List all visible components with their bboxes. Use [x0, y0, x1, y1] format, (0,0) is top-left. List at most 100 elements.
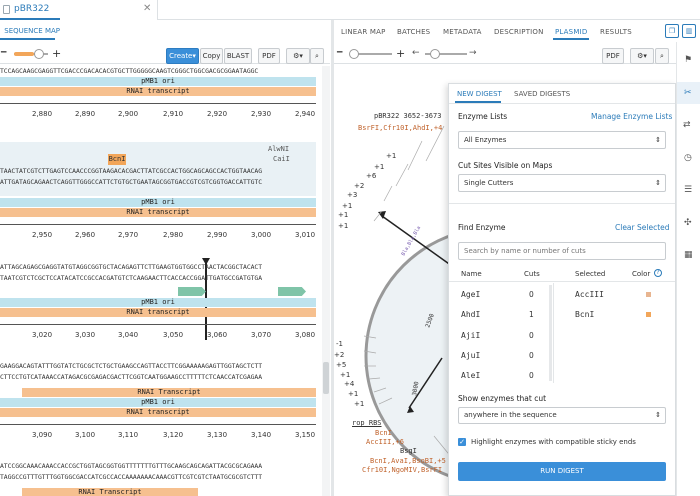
create-button[interactable]: Create▾: [166, 48, 199, 64]
tab-metadata[interactable]: METADATA: [443, 28, 482, 36]
enzyme-label-caii[interactable]: CaiI: [273, 155, 290, 163]
ruler-line: [0, 224, 316, 225]
enzyme-label-group[interactable]: Cfr10I,NgoMIV,BsrFI: [362, 466, 442, 474]
pdf-button[interactable]: PDF: [258, 48, 280, 64]
enzyme-row-name[interactable]: AhdI: [461, 310, 480, 319]
zoom-in-icon[interactable]: +: [52, 47, 61, 60]
enzyme-row-name[interactable]: AleI: [461, 371, 480, 380]
color-swatch[interactable]: [646, 312, 651, 317]
left-scrollbar[interactable]: [322, 66, 330, 496]
zoom-in-icon[interactable]: +: [396, 47, 405, 60]
feature-label-rop[interactable]: rop RBS: [352, 419, 382, 427]
settings-button[interactable]: ⚙▾: [286, 48, 310, 64]
bookmark-icon[interactable]: ⚑: [684, 55, 692, 65]
table-icon[interactable]: ▦: [684, 250, 693, 260]
tab-batches[interactable]: BATCHES: [397, 28, 430, 36]
clear-selected-link[interactable]: Clear Selected: [615, 223, 670, 232]
feature-rnai-transcript[interactable]: RNAI transcript: [0, 308, 316, 317]
column-header-name[interactable]: Name: [461, 270, 482, 278]
enzyme-label-acciii[interactable]: AccIII,+6: [366, 438, 404, 446]
zoom-slider-handle[interactable]: [349, 49, 359, 59]
feature-pmb1-ori[interactable]: pMB1 ori: [0, 298, 316, 307]
zoom-slider-handle[interactable]: [34, 49, 44, 59]
feature-rnai-transcript[interactable]: RNAI Transcript: [22, 388, 316, 397]
left-scrollbar-thumb[interactable]: [323, 362, 329, 394]
sequence-line[interactable]: TAACTATCGTCTTGAGTCCAACCCGGTAAGACACGACTTA…: [0, 167, 316, 175]
sequence-line[interactable]: GAAGGACAGTATTTGGTATCTGCGCTCTGCTGAAGCCAGT…: [0, 362, 316, 370]
sequence-line[interactable]: ATCCGGCAAACAAACCACCGCTGGTAGCGGTGGTTTTTTT…: [0, 462, 316, 470]
copy-button[interactable]: Copy: [200, 48, 223, 64]
history-icon[interactable]: ◷: [684, 153, 692, 163]
enzyme-row-name[interactable]: AgeI: [461, 290, 480, 299]
selected-enzyme[interactable]: BcnI: [575, 310, 594, 319]
feature-rnai-transcript[interactable]: RNAI transcript: [0, 208, 316, 217]
feature-rnai-transcript[interactable]: RNAI transcript: [0, 87, 316, 96]
columns-icon: ▥: [685, 27, 693, 35]
document-tab[interactable]: pBR322 ✕: [0, 0, 158, 20]
enzyme-label-bcni[interactable]: BcnI: [375, 429, 392, 437]
manage-enzyme-lists-link[interactable]: Manage Enzyme Lists: [591, 112, 672, 121]
enzyme-label-group[interactable]: BcnI,AvaI,BsoBI,+5: [370, 457, 446, 465]
cut-count-label: +1: [354, 400, 365, 408]
enzyme-row-name[interactable]: AjiI: [461, 331, 480, 340]
rotate-right-icon[interactable]: →: [469, 48, 477, 58]
feature-arrow[interactable]: [278, 287, 306, 296]
sequence-line[interactable]: ATTGATAGCAGAACTCAGGTTGGGCCATTCTGTGCTGAAT…: [0, 178, 316, 186]
scissors-icon[interactable]: ✂: [684, 88, 692, 98]
close-tab-icon[interactable]: ✕: [143, 3, 151, 14]
zoom-out-icon[interactable]: ━: [337, 48, 342, 58]
enzyme-list-select[interactable]: All Enzymes ⇕: [458, 131, 666, 149]
sequence-line[interactable]: CTTCCTGTCATAAACCATAGACGCGAGACGACTTCGGTCA…: [0, 373, 316, 381]
design-icon[interactable]: ✣: [684, 218, 692, 228]
tab-new-digest[interactable]: NEW DIGEST: [457, 90, 502, 98]
run-digest-button[interactable]: RUN DIGEST: [458, 462, 666, 481]
show-enzymes-select[interactable]: anywhere in the sequence ⇕: [458, 407, 666, 424]
tab-description[interactable]: DESCRIPTION: [494, 28, 544, 36]
enzyme-search-input[interactable]: [458, 242, 666, 260]
enzyme-row-name[interactable]: AjuI: [461, 351, 480, 360]
enzyme-row-cuts: 1: [529, 310, 534, 319]
column-header-cuts[interactable]: Cuts: [524, 270, 540, 278]
sequence-map-title[interactable]: SEQUENCE MAP: [0, 27, 60, 35]
tab-linear-map[interactable]: LINEAR MAP: [341, 28, 386, 36]
chevron-updown-icon: ⇕: [655, 179, 661, 187]
enzyme-label-bsgi[interactable]: BsgI: [400, 447, 417, 455]
sequence-line[interactable]: ATTAGCAGAGCGAGGTATGTAGGCGGTGCTACAGAGTTCT…: [0, 263, 316, 271]
sequence-line[interactable]: TAATCGTCTCGCTCCATACATCCGCCACGATGTCTCAAGA…: [0, 274, 316, 282]
settings-button[interactable]: ⚙▾: [630, 48, 654, 64]
enzyme-label-alwni[interactable]: AlwNI: [268, 145, 289, 153]
enzyme-list-scrollbar[interactable]: [549, 285, 552, 381]
transfer-icon[interactable]: ⇄: [683, 120, 691, 130]
feature-arrow[interactable]: [178, 287, 206, 296]
tab-plasmid[interactable]: PLASMID: [555, 28, 587, 36]
blast-button[interactable]: BLAST: [224, 48, 252, 64]
cut-count-label: +1: [338, 211, 349, 219]
selected-enzyme[interactable]: AccIII: [575, 290, 604, 299]
feature-pmb1-ori[interactable]: pMB1 ori: [0, 198, 316, 207]
duplicate-view-button[interactable]: ❐: [665, 24, 679, 38]
feature-rnai-transcript[interactable]: RNAI transcript: [0, 408, 316, 417]
highlight-checkbox[interactable]: ✓: [458, 438, 466, 446]
section-divider: [449, 203, 675, 204]
enzyme-label-bcni[interactable]: BcnI: [108, 154, 126, 165]
help-icon[interactable]: ?: [654, 269, 662, 277]
feature-pmb1-ori[interactable]: pMB1 ori: [0, 77, 316, 86]
feature-rnai-transcript[interactable]: RNAI Transcript: [22, 488, 198, 496]
tab-results[interactable]: RESULTS: [600, 28, 632, 36]
sequence-line[interactable]: TAGGCCGTTTGTTTGGTGGCGACCATCGCCACCAAAAAAA…: [0, 473, 316, 481]
document-icon: [3, 5, 10, 14]
pdf-button[interactable]: PDF: [602, 48, 624, 64]
rotate-left-icon[interactable]: ←: [412, 48, 420, 58]
split-view-button[interactable]: ▥: [682, 24, 696, 38]
rotate-slider-handle[interactable]: [430, 49, 440, 59]
zoom-out-icon[interactable]: ━: [1, 48, 6, 58]
feature-pmb1-ori[interactable]: pMB1 ori: [0, 398, 316, 407]
list-icon[interactable]: ☰: [684, 185, 692, 195]
sequence-line[interactable]: TCCAGCAAGCGAGGTTCGACCCGACACACGTGCTTGGGGG…: [0, 67, 316, 75]
cut-sites-select[interactable]: Single Cutters ⇕: [458, 174, 666, 192]
tab-saved-digests[interactable]: SAVED DIGESTS: [514, 90, 570, 98]
color-swatch[interactable]: [646, 292, 651, 297]
ruler-tick: 3,020: [32, 331, 53, 339]
search-button[interactable]: ⌕: [310, 48, 324, 64]
search-button[interactable]: ⌕: [655, 48, 669, 64]
